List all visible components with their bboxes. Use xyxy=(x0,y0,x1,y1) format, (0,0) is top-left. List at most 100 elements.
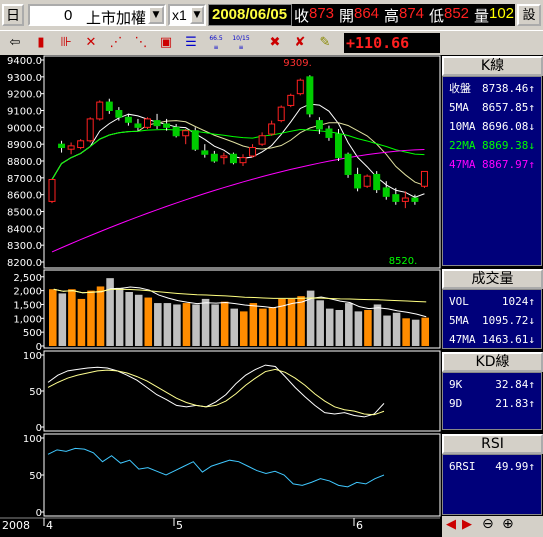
kline-indicator-row: 5MA 8657.85↑ xyxy=(445,100,537,116)
candle-icon[interactable]: ▮ xyxy=(30,33,52,53)
candle-body xyxy=(220,155,228,159)
symbol-select[interactable]: 0 上市加權 ▼ xyxy=(28,4,166,27)
candle-body xyxy=(172,126,180,137)
volume-bar xyxy=(173,304,181,346)
candle-body xyxy=(201,150,209,155)
peak-label: 9309. xyxy=(283,58,312,69)
volume-bar xyxy=(411,319,420,346)
indicator-value: 1095.72↓ xyxy=(482,314,535,327)
volume-bar xyxy=(421,317,429,346)
symbol-code: 0 xyxy=(64,7,73,24)
quote-label: 低 xyxy=(429,8,445,25)
volume-bar xyxy=(345,303,353,346)
kd-indicator-row: 9K 32.84↑ xyxy=(445,377,537,393)
indicator-value: 8696.08↓ xyxy=(482,120,535,133)
door-exit-icon[interactable]: ⇦ xyxy=(4,33,26,53)
y-tick-label: 100 xyxy=(23,434,42,445)
gauge-10-icon[interactable]: 10/15 ≡ xyxy=(230,33,252,53)
kd-title: KD線 xyxy=(442,352,543,372)
indicator-label: 47MA xyxy=(449,158,476,171)
fan-2-icon[interactable]: ⋱ xyxy=(130,33,152,53)
scroll-left-icon[interactable]: ◀ xyxy=(446,517,456,532)
y-tick-label: 0 xyxy=(36,508,42,519)
chevron-down-icon[interactable]: ▼ xyxy=(148,6,164,24)
low-label: 8520. xyxy=(389,256,418,267)
y-tick-label: 100 xyxy=(23,351,42,362)
scroll-right-icon[interactable]: ▶ xyxy=(462,517,472,532)
quote-value: 874 xyxy=(399,5,425,22)
candle-body xyxy=(296,79,304,95)
volume-bar xyxy=(163,303,172,346)
y-tick-label: 2,000 xyxy=(13,287,42,298)
candle-body xyxy=(239,157,247,164)
candle-body xyxy=(115,110,123,118)
month-label: 6 xyxy=(356,519,363,532)
indicator-label: 9K xyxy=(449,378,463,391)
multiplier-value: x1 xyxy=(172,7,187,23)
chevron-down-icon[interactable]: ▼ xyxy=(190,6,204,24)
bar-icon[interactable]: ⊪ xyxy=(55,33,77,53)
indicator-value: 32.84↑ xyxy=(495,378,535,391)
indicator-label: 6RSI xyxy=(449,460,476,473)
volume-bar xyxy=(68,289,76,346)
settings-button[interactable]: 設 xyxy=(517,4,541,26)
volume-bar xyxy=(373,304,382,346)
candle-body xyxy=(210,153,218,162)
volume-bar xyxy=(211,304,219,346)
candle-body xyxy=(354,173,362,189)
y-tick-label: 8700.0 xyxy=(7,174,42,185)
fan-icon[interactable]: ⋰ xyxy=(105,33,127,53)
cross-icon[interactable]: ✕ xyxy=(80,33,102,53)
y-tick-label: 1,500 xyxy=(13,300,42,311)
y-tick-label: 8500.0 xyxy=(7,208,42,219)
y-tick-label: 50 xyxy=(29,387,42,398)
candle-body xyxy=(229,153,237,164)
kline-info-panel: 收盤 8738.46↑ 5MA 8657.85↑ 10MA 8696.08↓ 22MA 886… xyxy=(442,76,542,266)
candle-body xyxy=(67,145,75,150)
month-label: 5 xyxy=(176,519,183,532)
zoom-in-icon[interactable]: ⊕ xyxy=(502,516,514,532)
volume-info-panel: VOL 1024↑ 5MA 1095.72↓ 47MA 1463.61↓ xyxy=(442,289,542,349)
kline-indicator-row: 10MA 8696.08↓ xyxy=(445,119,537,135)
candle-body xyxy=(287,94,295,106)
volume-bar xyxy=(249,303,258,346)
y-tick-label: 8300.0 xyxy=(7,241,42,252)
candle-body xyxy=(48,179,56,202)
volume-bar xyxy=(383,315,391,346)
volume-bar xyxy=(268,307,277,346)
y-tick-label: 9200.0 xyxy=(7,90,42,101)
volume-bar xyxy=(325,308,334,346)
indicator-value: 21.83↑ xyxy=(495,397,535,410)
indicator-label: 9D xyxy=(449,397,463,410)
period-button[interactable]: 日 xyxy=(2,4,24,26)
volume-bar xyxy=(77,298,86,346)
lines-icon[interactable]: ☰ xyxy=(180,33,202,53)
candle-body xyxy=(134,123,142,128)
volume-indicator-row: 5MA 1095.72↓ xyxy=(445,313,537,329)
kline-indicator-row: 47MA 8867.97↑ xyxy=(445,157,537,173)
pencil-icon[interactable]: ✎ xyxy=(314,33,336,53)
candle-body xyxy=(315,120,323,130)
volume-bar xyxy=(297,296,305,346)
volume-indicator-row: VOL 1024↑ xyxy=(445,294,537,310)
quote-value: 852 xyxy=(444,5,470,22)
delete-all-icon[interactable]: ✘ xyxy=(289,33,311,53)
zoom-out-icon[interactable]: ⊖ xyxy=(482,516,494,532)
delete-x-icon[interactable]: ✖ xyxy=(264,33,286,53)
indicator-value: 49.99↑ xyxy=(495,460,535,473)
y-tick-label: 50 xyxy=(29,471,42,482)
rsi-indicator-row: 6RSI 49.99↑ xyxy=(445,459,537,475)
box-icon[interactable]: ▣ xyxy=(155,33,177,53)
kline-indicator-row: 22MA 8869.38↓ xyxy=(445,138,537,154)
multiplier-select[interactable]: x1 ▼ xyxy=(168,4,206,26)
indicator-label: 5MA xyxy=(449,101,469,114)
volume-bar xyxy=(115,287,124,346)
candle-body xyxy=(344,153,352,175)
volume-bar xyxy=(230,308,238,346)
rsi-title: RSI xyxy=(442,434,543,454)
gauge-66-icon[interactable]: 66.5 ≡ xyxy=(205,33,227,53)
symbol-name: 上市加權 xyxy=(86,10,147,27)
change-display: +110.66 xyxy=(344,33,440,53)
candle-body xyxy=(373,173,381,191)
volume-bar xyxy=(240,311,248,346)
